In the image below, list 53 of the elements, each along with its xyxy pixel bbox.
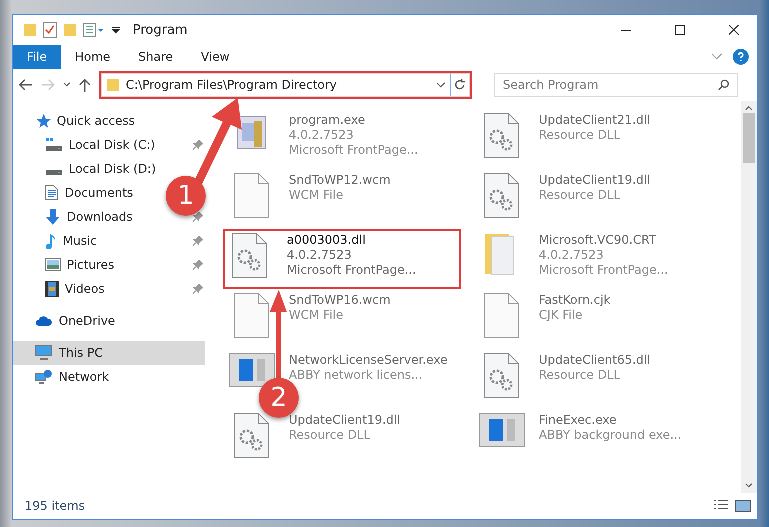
file-item[interactable]: SndToWP12.wcm WCM File (225, 169, 461, 229)
sidebar-item[interactable]: Music (13, 229, 163, 253)
file-detail: Microsoft FrontPage... (289, 143, 418, 157)
file-name: NetworkLicenseServer.exe (289, 353, 448, 367)
file-name: SndToWP12.wcm (289, 173, 391, 187)
file-item[interactable]: UpdateClient19.dll Resource DLL (475, 169, 711, 229)
search-field[interactable]: Search Program (494, 73, 738, 97)
file-item[interactable]: UpdateClient21.dll Resource DLL (475, 109, 711, 169)
file-item[interactable]: a0003003.dll 4.0.2.7523 Microsoft FrontPage... (223, 229, 461, 289)
file-item[interactable]: Microsoft.VC90.CRT 4.0.2.7523 Microsoft FrontPage... (475, 229, 711, 289)
sidebar-item[interactable]: Videos (13, 277, 163, 301)
ribbon-tab[interactable]: File (13, 45, 62, 69)
sidebar-item[interactable]: Downloads (13, 205, 163, 229)
file-detail: 4.0.2.7523 (539, 248, 605, 262)
file-name: UpdateClient65.dll (539, 353, 651, 367)
file-name: program.exe (289, 113, 366, 127)
sidebar-item[interactable]: Pictures (13, 253, 163, 277)
file-detail: Resource DLL (539, 368, 622, 382)
file-item[interactable]: FineExec.exe ABBY background exe... (475, 409, 711, 469)
file-name: Microsoft.VC90.CRT (539, 233, 658, 247)
file-detail: WCM File (289, 188, 344, 202)
item-count: 195 items (25, 499, 86, 513)
ribbon-tab[interactable]: Home (61, 45, 125, 69)
sidebar-item[interactable]: This PC (13, 341, 205, 365)
sidebar-item[interactable]: Local Disk (C:) (13, 133, 163, 157)
file-name: UpdateClient19.dll (539, 173, 651, 187)
file-detail: 4.0.2.7523 (287, 248, 353, 262)
address-field[interactable]: C:\Program Files\Program Directory (101, 73, 450, 97)
file-name: FineExec.exe (539, 413, 618, 427)
file-item[interactable]: UpdateClient65.dll Resource DLL (475, 349, 711, 409)
file-item[interactable]: FastKorn.cjk CJK File (475, 289, 711, 349)
sidebar-item[interactable]: OneDrive (13, 309, 163, 333)
file-detail: Resource DLL (289, 428, 372, 442)
file-detail: Resource DLL (539, 188, 622, 202)
file-detail: CJK File (539, 308, 584, 322)
file-detail: ABBY background exe... (539, 428, 682, 442)
sidebar-item[interactable]: Documents (13, 181, 163, 205)
window-title: Program (133, 22, 189, 38)
file-detail: WCM File (289, 308, 344, 322)
file-detail: Microsoft FrontPage... (539, 263, 668, 277)
sidebar-item[interactable]: Network (13, 365, 163, 389)
file-detail: 4.0.2.7523 (289, 128, 355, 142)
file-name: SndToWP16.wcm (289, 293, 391, 307)
file-name: a0003003.dll (287, 233, 367, 247)
sidebar-item[interactable]: Local Disk (D:) (13, 157, 163, 181)
ribbon-tab[interactable]: Share (124, 45, 188, 69)
sidebar-item[interactable]: Quick access (13, 109, 163, 133)
file-name: UpdateClient21.dll (539, 113, 651, 127)
file-name: FastKorn.cjk (539, 293, 611, 307)
file-item[interactable]: SndToWP16.wcm WCM File (225, 289, 461, 349)
file-detail: Resource DLL (539, 128, 622, 142)
ribbon-tab[interactable]: View (187, 45, 244, 69)
file-detail: Microsoft FrontPage... (287, 263, 416, 277)
